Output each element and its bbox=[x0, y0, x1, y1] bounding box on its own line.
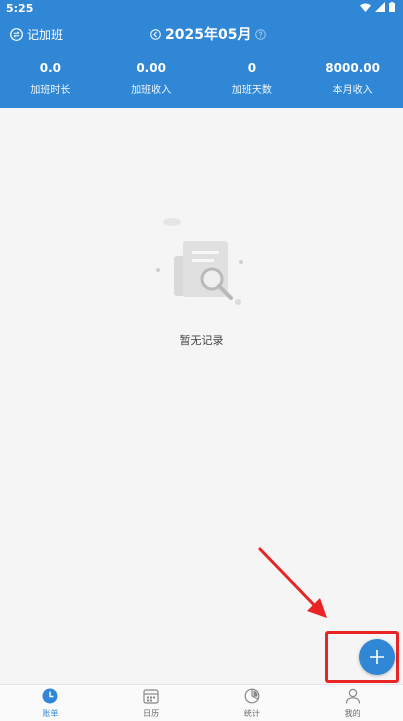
stat-label: 本月收入 bbox=[332, 85, 373, 96]
pie-chart-icon bbox=[244, 688, 260, 704]
stat-value: 0.00 bbox=[136, 61, 166, 75]
person-icon bbox=[345, 688, 361, 704]
app-header: 5:25 记加班 2025年05月 0.0 加班时长 0.00 加班收入 0 加… bbox=[0, 0, 403, 108]
empty-document-icon bbox=[0, 210, 403, 320]
month-title: 2025年05月 bbox=[165, 27, 252, 43]
tab-profile[interactable]: 我的 bbox=[302, 685, 403, 721]
tab-statistics[interactable]: 统计 bbox=[202, 685, 303, 721]
help-icon[interactable] bbox=[255, 28, 267, 40]
bottom-tab-bar: 账单 日历 统计 我的 bbox=[0, 684, 403, 721]
add-record-button[interactable] bbox=[359, 639, 395, 675]
tab-label: 日历 bbox=[143, 709, 160, 718]
tab-bills[interactable]: 账单 bbox=[0, 685, 101, 721]
status-bar: 5:25 bbox=[0, 0, 403, 16]
status-icons bbox=[360, 2, 395, 12]
tab-label: 账单 bbox=[42, 709, 59, 718]
stat-label: 加班时长 bbox=[30, 85, 71, 96]
battery-icon bbox=[389, 2, 395, 12]
prev-month-icon[interactable] bbox=[150, 28, 161, 40]
tab-label: 我的 bbox=[344, 709, 361, 718]
tab-calendar[interactable]: 日历 bbox=[101, 685, 202, 721]
swap-icon bbox=[10, 28, 23, 41]
stat-label: 加班天数 bbox=[231, 85, 272, 96]
stat-value: 8000.00 bbox=[325, 61, 380, 75]
clock-icon bbox=[42, 688, 58, 704]
pointer-arrow bbox=[254, 545, 334, 625]
stat-monthly-income: 8000.00 本月收入 bbox=[302, 60, 403, 100]
switch-app-button[interactable]: 记加班 bbox=[10, 26, 63, 43]
stat-label: 加班收入 bbox=[131, 85, 172, 96]
empty-label: 暂无记录 bbox=[179, 334, 224, 347]
stat-overtime-days: 0 加班天数 bbox=[202, 60, 303, 100]
plus-icon bbox=[369, 649, 385, 665]
wifi-icon bbox=[360, 3, 371, 12]
stat-value: 0 bbox=[247, 61, 257, 75]
stat-overtime-income: 0.00 加班收入 bbox=[101, 60, 202, 100]
summary-stats: 0.0 加班时长 0.00 加班收入 0 加班天数 8000.00 本月收入 bbox=[0, 60, 403, 100]
stat-overtime-hours: 0.0 加班时长 bbox=[0, 60, 101, 100]
tab-label: 统计 bbox=[243, 709, 260, 718]
signal-icon bbox=[375, 2, 385, 12]
status-time: 5:25 bbox=[6, 2, 34, 15]
stat-value: 0.0 bbox=[39, 61, 61, 75]
calendar-icon bbox=[143, 688, 159, 704]
empty-state: 暂无记录 bbox=[0, 210, 403, 347]
title-bar: 记加班 2025年05月 bbox=[0, 24, 403, 48]
app-title: 记加班 bbox=[27, 28, 64, 42]
month-selector[interactable]: 2025年05月 bbox=[150, 24, 267, 44]
